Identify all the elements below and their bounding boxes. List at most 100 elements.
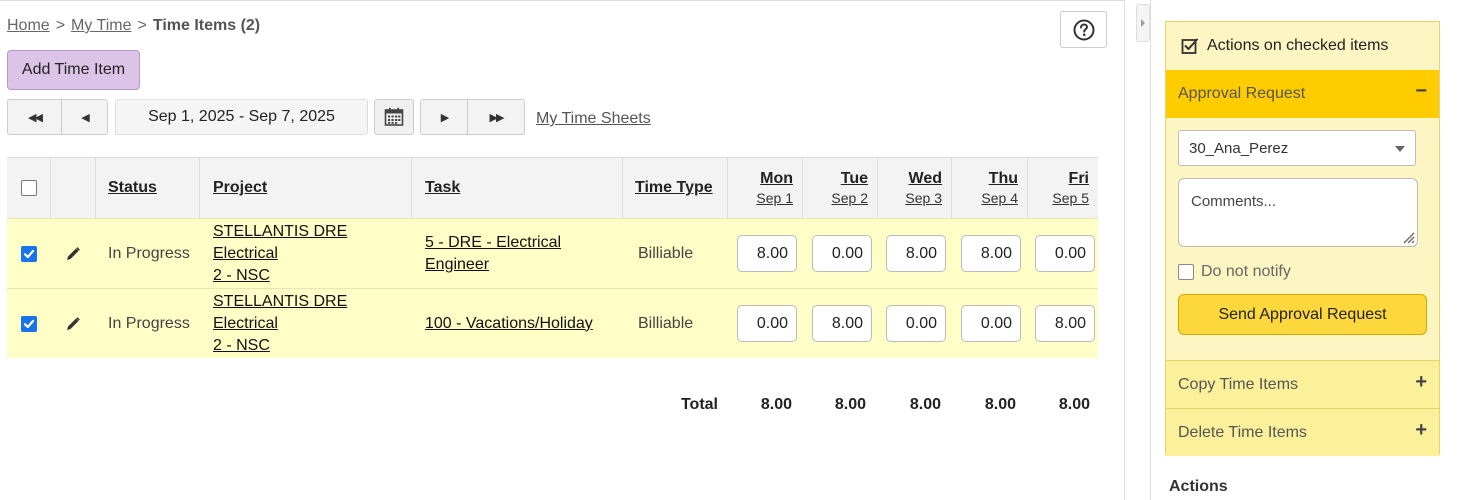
table-header-row: Status Project Task Time Type Mon Sep 1 … (7, 157, 1098, 218)
hours-input[interactable]: 0.00 (961, 305, 1021, 342)
panel-header: Actions on checked items (1166, 22, 1439, 70)
hours-cell-thu: 0.00 (961, 289, 1021, 358)
pencil-icon[interactable] (65, 246, 81, 262)
add-time-item-button[interactable]: Add Time Item (7, 50, 140, 90)
day-date: Sep 3 (905, 190, 942, 206)
next-icon: ▶ (440, 111, 450, 124)
breadcrumb-separator: > (55, 17, 66, 34)
header-task-cell: Task (411, 158, 623, 218)
pencil-icon[interactable] (65, 316, 81, 332)
hours-input[interactable]: 0.00 (812, 235, 872, 272)
question-circle-icon (1073, 19, 1094, 40)
task-column-header[interactable]: Task (425, 179, 460, 197)
project-link[interactable]: STELLANTIS DRE Electrical 2 - NSC (213, 291, 411, 357)
send-approval-request-button[interactable]: Send Approval Request (1178, 294, 1427, 335)
hours-input[interactable]: 0.00 (737, 305, 797, 342)
day-date: Sep 2 (831, 190, 868, 206)
breadcrumb-separator: > (137, 17, 147, 34)
comments-placeholder: Comments... (1191, 193, 1277, 210)
hours-cell-mon: 0.00 (737, 289, 797, 358)
task-cell: 100 - Vacations/Holiday (411, 289, 623, 358)
hours-input[interactable]: 8.00 (886, 235, 946, 272)
row-checkbox[interactable] (20, 315, 37, 332)
project-cell: STELLANTIS DRE Electrical 2 - NSC (199, 219, 411, 288)
hours-input[interactable]: 0.00 (886, 305, 946, 342)
hours-cell-wed: 0.00 (886, 289, 946, 358)
total-wed: 8.00 (909, 396, 941, 413)
do-not-notify-label: Do not notify (1201, 263, 1291, 280)
caret-down-icon (1395, 146, 1405, 152)
total-thu: 8.00 (984, 396, 1016, 413)
status-column-header[interactable]: Status (108, 179, 157, 197)
hours-input[interactable]: 8.00 (737, 235, 797, 272)
day-date: Sep 1 (756, 190, 793, 206)
last-period-button[interactable]: ▶▶ (467, 99, 525, 135)
checkbox-checked-icon (1181, 38, 1198, 54)
panel-divider (1150, 0, 1151, 500)
plus-icon: + (1415, 371, 1427, 393)
header-day-tue[interactable]: Tue Sep 2 (802, 158, 877, 218)
row-edit-cell (50, 219, 96, 288)
row-select-cell (7, 219, 50, 288)
hours-input[interactable]: 8.00 (1035, 305, 1095, 342)
hours-cell-tue: 8.00 (812, 289, 872, 358)
header-time-type-cell: Time Type (622, 158, 727, 218)
previous-period-button[interactable]: ◀ (61, 99, 108, 135)
minus-icon: − (1415, 80, 1427, 102)
header-edit-cell (50, 158, 96, 218)
panel-collapse-handle[interactable] (1136, 4, 1150, 42)
header-project-cell: Project (199, 158, 411, 218)
day-name: Thu (988, 170, 1018, 187)
breadcrumb-current: Time Items (2) (152, 17, 261, 34)
day-name: Wed (908, 170, 942, 187)
calendar-button[interactable] (374, 99, 414, 135)
row-select-cell (7, 289, 50, 358)
fast-forward-icon: ▶▶ (489, 111, 505, 124)
comments-textarea[interactable]: Comments... (1178, 178, 1418, 247)
first-period-button[interactable]: ◀◀ (7, 99, 62, 135)
breadcrumb-my-time-link[interactable]: My Time (71, 17, 131, 34)
help-button[interactable] (1060, 11, 1107, 48)
chevron-right-icon (1141, 19, 1145, 27)
hours-cell-fri: 8.00 (1035, 289, 1095, 358)
copy-time-items-title: Copy Time Items (1178, 375, 1299, 393)
breadcrumb-home-link[interactable]: Home (7, 17, 50, 34)
select-all-checkbox[interactable] (20, 180, 37, 196)
hours-input[interactable]: 0.00 (1035, 235, 1095, 272)
prev-icon: ◀ (81, 111, 90, 124)
approver-value: 30_Ana_Perez (1189, 139, 1289, 157)
project-line-1: STELLANTIS DRE Electrical (213, 222, 348, 262)
do-not-notify-checkbox[interactable] (1178, 264, 1194, 280)
task-link[interactable]: 5 - DRE - Electrical Engineer (425, 232, 561, 276)
table-row: In Progress STELLANTIS DRE Electrical 2 -… (7, 218, 1098, 288)
day-date: Sep 4 (981, 190, 1018, 206)
content-divider (1124, 0, 1125, 500)
hours-cell-wed: 8.00 (886, 219, 946, 288)
breadcrumb: Home > My Time > Time Items (2) (7, 17, 260, 35)
date-range-display: Sep 1, 2025 - Sep 7, 2025 (115, 99, 368, 135)
header-day-wed[interactable]: Wed Sep 3 (877, 158, 951, 218)
my-time-sheets-link[interactable]: My Time Sheets (536, 110, 651, 128)
header-day-thu[interactable]: Thu Sep 4 (951, 158, 1027, 218)
approval-request-section-header[interactable]: Approval Request − (1166, 70, 1439, 118)
task-link[interactable]: 100 - Vacations/Holiday (425, 313, 593, 335)
status-cell: In Progress (95, 289, 199, 358)
row-checkbox[interactable] (20, 245, 37, 262)
delete-time-items-section-header[interactable]: Delete Time Items + (1166, 408, 1439, 456)
project-column-header[interactable]: Project (213, 179, 267, 197)
time-type-column-header[interactable]: Time Type (635, 179, 713, 197)
hours-input[interactable]: 8.00 (812, 305, 872, 342)
total-mon: 8.00 (760, 396, 792, 413)
checkmark-icon (23, 319, 34, 328)
time-type-cell: Billiable (622, 219, 727, 288)
header-status-cell: Status (95, 158, 199, 218)
header-day-fri[interactable]: Fri Sep 5 (1027, 158, 1098, 218)
header-day-mon[interactable]: Mon Sep 1 (727, 158, 802, 218)
project-link[interactable]: STELLANTIS DRE Electrical 2 - NSC (213, 221, 411, 287)
copy-time-items-section-header[interactable]: Copy Time Items + (1166, 360, 1439, 408)
resize-grip-icon[interactable] (1401, 230, 1415, 244)
approver-select[interactable]: 30_Ana_Perez (1178, 130, 1416, 166)
next-period-button[interactable]: ▶ (420, 99, 468, 135)
hours-input[interactable]: 8.00 (961, 235, 1021, 272)
main-area: Home > My Time > Time Items (2) Add Time Ite… (0, 0, 1124, 500)
